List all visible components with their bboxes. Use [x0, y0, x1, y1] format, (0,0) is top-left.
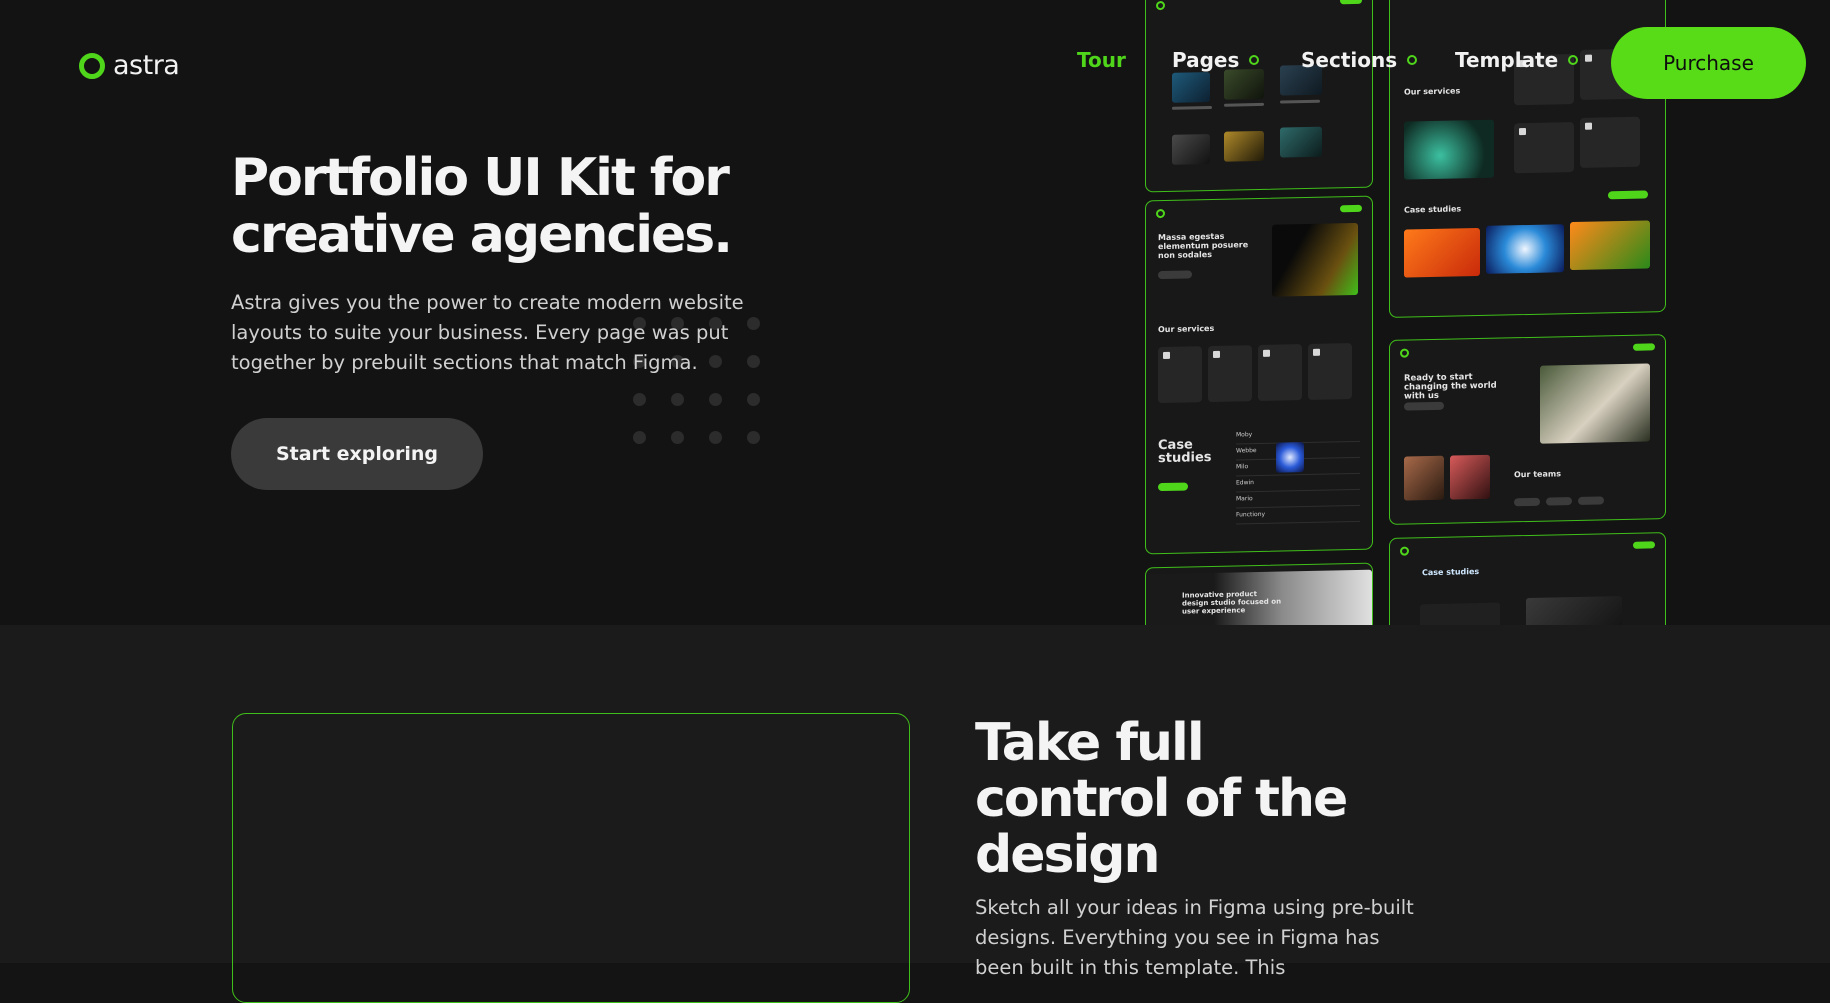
brand-name: astra [113, 50, 180, 81]
nav-pages[interactable]: Pages [1172, 48, 1260, 72]
grid-dot [633, 431, 646, 444]
nav-pages-label: Pages [1172, 48, 1240, 72]
grid-dot [747, 431, 760, 444]
hero-section: astra Our services Case studies Massa eg… [0, 0, 1830, 625]
nav-template-label: Template [1455, 48, 1559, 72]
feature-description: Sketch all your ideas in Figma using pre… [975, 896, 1414, 979]
grid-dot [671, 431, 684, 444]
brand-logo[interactable]: astra [79, 50, 180, 81]
purchase-button[interactable]: Purchase [1611, 27, 1806, 99]
logo-ring-icon [79, 52, 105, 79]
grid-dot [747, 393, 760, 406]
grid-dot [709, 393, 722, 406]
mockup-card-blog [1145, 0, 1373, 193]
hero-headline: Portfolio UI Kit for creative agencies. [231, 148, 733, 265]
nav-tour[interactable]: Tour [1077, 48, 1126, 72]
mockup-card-product: Innovative product design studio focused… [1145, 562, 1373, 625]
nav-template[interactable]: Template [1455, 48, 1579, 72]
nav-tour-label: Tour [1077, 48, 1126, 72]
mockup-card-homepage: Massa egestas elementum posuere non soda… [1145, 195, 1373, 555]
dropdown-dot-icon [1249, 55, 1260, 65]
grid-dot [633, 393, 646, 406]
mockup-card-case-studies: Case studies [1389, 532, 1666, 625]
grid-dot [709, 431, 722, 444]
feature-media-frame [232, 713, 910, 1003]
dropdown-dot-icon [1568, 55, 1579, 65]
case-tile-functiony [1570, 220, 1650, 271]
feature-title: Take full control of the design [975, 713, 1348, 885]
nav-sections[interactable]: Sections [1301, 48, 1418, 72]
mockup-card-teams: Ready to start changing the world with u… [1389, 334, 1666, 525]
grid-dot [671, 393, 684, 406]
hero-description: Astra gives you the power to create mode… [231, 291, 744, 374]
nav-sections-label: Sections [1301, 48, 1398, 72]
case-tile-edwin [1486, 224, 1564, 274]
start-exploring-button[interactable]: Start exploring [231, 418, 483, 490]
dropdown-dot-icon [1407, 55, 1418, 65]
case-tile-webbe [1404, 227, 1480, 278]
